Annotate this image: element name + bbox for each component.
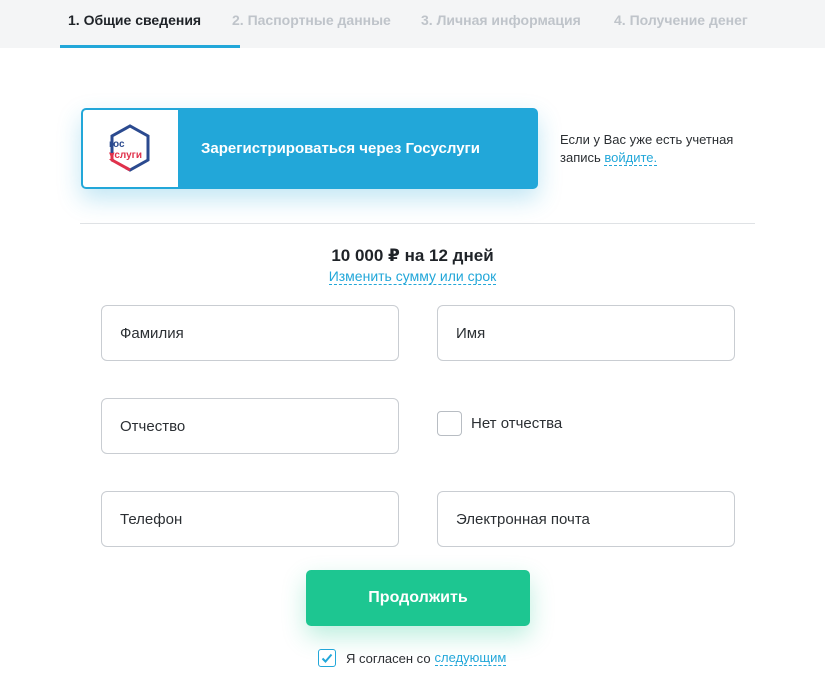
step-general-info[interactable]: 1. Общие сведения (68, 12, 201, 28)
agreement-text: Я согласен со (346, 650, 431, 666)
gosuslugi-logo-bottom-text: услуги (109, 150, 142, 161)
last-name-field (101, 305, 399, 361)
active-step-indicator (60, 45, 240, 48)
agreement-checkbox[interactable] (318, 649, 336, 667)
no-middle-name-checkbox[interactable] (437, 410, 462, 436)
steps-bar: 1. Общие сведения 2. Паспортные данные 3… (0, 0, 825, 48)
phone-input[interactable] (103, 493, 397, 545)
change-terms-wrap: Изменить сумму или срок (0, 268, 825, 286)
no-middle-name-option[interactable]: Нет отчества (437, 410, 562, 436)
gosuslugi-logo: гос услуги (83, 110, 178, 187)
loan-summary: 10 000 ₽ на 12 дней (331, 246, 494, 265)
middle-name-input[interactable] (103, 400, 397, 452)
first-name-input[interactable] (439, 307, 733, 359)
agreement-link[interactable]: следующим (434, 650, 507, 666)
step-passport-data[interactable]: 2. Паспортные данные (232, 12, 391, 28)
login-note: Если у Вас уже есть учетная запись войди… (560, 131, 770, 167)
middle-name-field (101, 398, 399, 454)
continue-button[interactable]: Продолжить (306, 570, 530, 626)
email-field (437, 491, 735, 547)
agreement-row: Я согласен со следующим (318, 648, 507, 668)
gosuslugi-logo-top-text: гос (109, 139, 125, 150)
checkmark-icon (321, 653, 333, 663)
gosuslugi-logo-icon: гос услуги (109, 124, 150, 172)
gosuslugi-register-button[interactable]: гос услуги Зарегистрироваться через Госу… (81, 108, 538, 189)
gosuslugi-button-label: Зарегистрироваться через Госуслуги (201, 140, 481, 157)
first-name-field (437, 305, 735, 361)
email-input[interactable] (439, 493, 733, 545)
step-personal-info[interactable]: 3. Личная информация (421, 12, 581, 28)
divider (80, 223, 755, 224)
last-name-input[interactable] (103, 307, 397, 359)
change-amount-link[interactable]: Изменить сумму или срок (328, 268, 497, 285)
phone-field (101, 491, 399, 547)
step-receive-money[interactable]: 4. Получение денег (614, 12, 748, 28)
no-middle-name-label: Нет отчества (471, 414, 563, 432)
login-link[interactable]: войдите. (604, 150, 658, 166)
